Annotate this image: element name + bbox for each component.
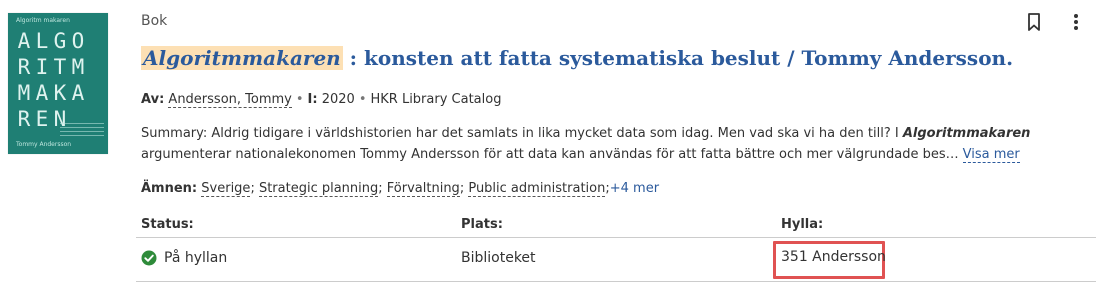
location-header: Plats: [461, 217, 503, 232]
shelf-value: 351 Andersson [781, 249, 886, 265]
bookmark-button[interactable] [1025, 12, 1043, 32]
more-subjects-link[interactable]: +4 mer [610, 181, 659, 196]
subject-link[interactable]: Sverige [201, 181, 251, 197]
holdings-table: Status: Plats: Hylla: På hyllan Bibliote… [136, 210, 1096, 282]
year-label: I: [307, 92, 318, 107]
status-cell: På hyllan [141, 250, 227, 266]
cover-letter: R [17, 55, 31, 79]
show-more-link[interactable]: Visa mer [962, 147, 1020, 163]
cover-letter: M [71, 55, 85, 79]
cover-letter-grid: A L G O R I T M M A K A R E N [15, 29, 87, 131]
cover-letter: G [53, 29, 67, 53]
title-highlight[interactable]: Algoritmmakaren [141, 46, 343, 70]
cover-letter: L [35, 29, 49, 53]
book-cover[interactable]: Algoritm makaren A L G O R I T M M A K A… [8, 13, 108, 154]
cover-letter: A [71, 81, 85, 105]
cover-letter: T [53, 55, 67, 79]
cover-letter: R [17, 107, 31, 131]
subjects: Ämnen: Sverige; Strategic planning; Förv… [141, 181, 660, 197]
status-value: På hyllan [164, 250, 228, 266]
summary-tail: argumenterar nationalekonomen Tommy Ande… [141, 147, 959, 162]
author-link[interactable]: Andersson, Tommy [168, 92, 292, 108]
check-circle-icon [141, 250, 157, 266]
source-value: HKR Library Catalog [370, 92, 502, 107]
more-vertical-icon [1074, 14, 1078, 30]
holdings-row: På hyllan Biblioteket [136, 238, 1096, 282]
cover-small-text [60, 123, 104, 137]
separator: • [295, 92, 304, 107]
cover-letter: M [17, 81, 31, 105]
cover-letter: A [35, 81, 49, 105]
subject-link[interactable]: Förvaltning [386, 181, 460, 197]
shelf-header: Hylla: [781, 217, 824, 232]
cover-letter: I [35, 55, 49, 79]
summary-lead: Summary: Aldrig tidigare i världshistori… [141, 126, 903, 141]
location-value: Biblioteket [461, 250, 536, 266]
cover-top-text: Algoritm makaren [16, 17, 70, 24]
separator: • [358, 92, 367, 107]
author-label: Av: [141, 92, 165, 107]
summary-highlight: Algoritmmakaren [902, 126, 1031, 141]
summary: Summary: Aldrig tidigare i världshistori… [141, 123, 1041, 165]
cover-letter: K [53, 81, 67, 105]
cover-letter: A [17, 29, 31, 53]
byline: Av: Andersson, Tommy • I: 2020 • HKR Library… [141, 92, 502, 108]
record-title[interactable]: Algoritmmakaren : konsten att fatta syst… [141, 46, 1041, 70]
year-value: 2020 [321, 92, 355, 107]
title-rest[interactable]: : konsten att fatta systematiska beslut … [343, 46, 1013, 70]
cover-letter: O [71, 29, 85, 53]
cover-author-text: Tommy Andersson [16, 141, 72, 148]
subjects-label: Ämnen: [141, 181, 198, 196]
holdings-header-row: Status: Plats: Hylla: [136, 210, 1096, 238]
format-label: Bok [141, 13, 168, 29]
more-options-button[interactable] [1067, 12, 1085, 32]
subject-link[interactable]: Public administration [468, 181, 606, 197]
bookmark-icon [1028, 13, 1040, 31]
cover-letter: E [35, 107, 49, 131]
status-header: Status: [141, 217, 194, 232]
subject-link[interactable]: Strategic planning [258, 181, 379, 197]
